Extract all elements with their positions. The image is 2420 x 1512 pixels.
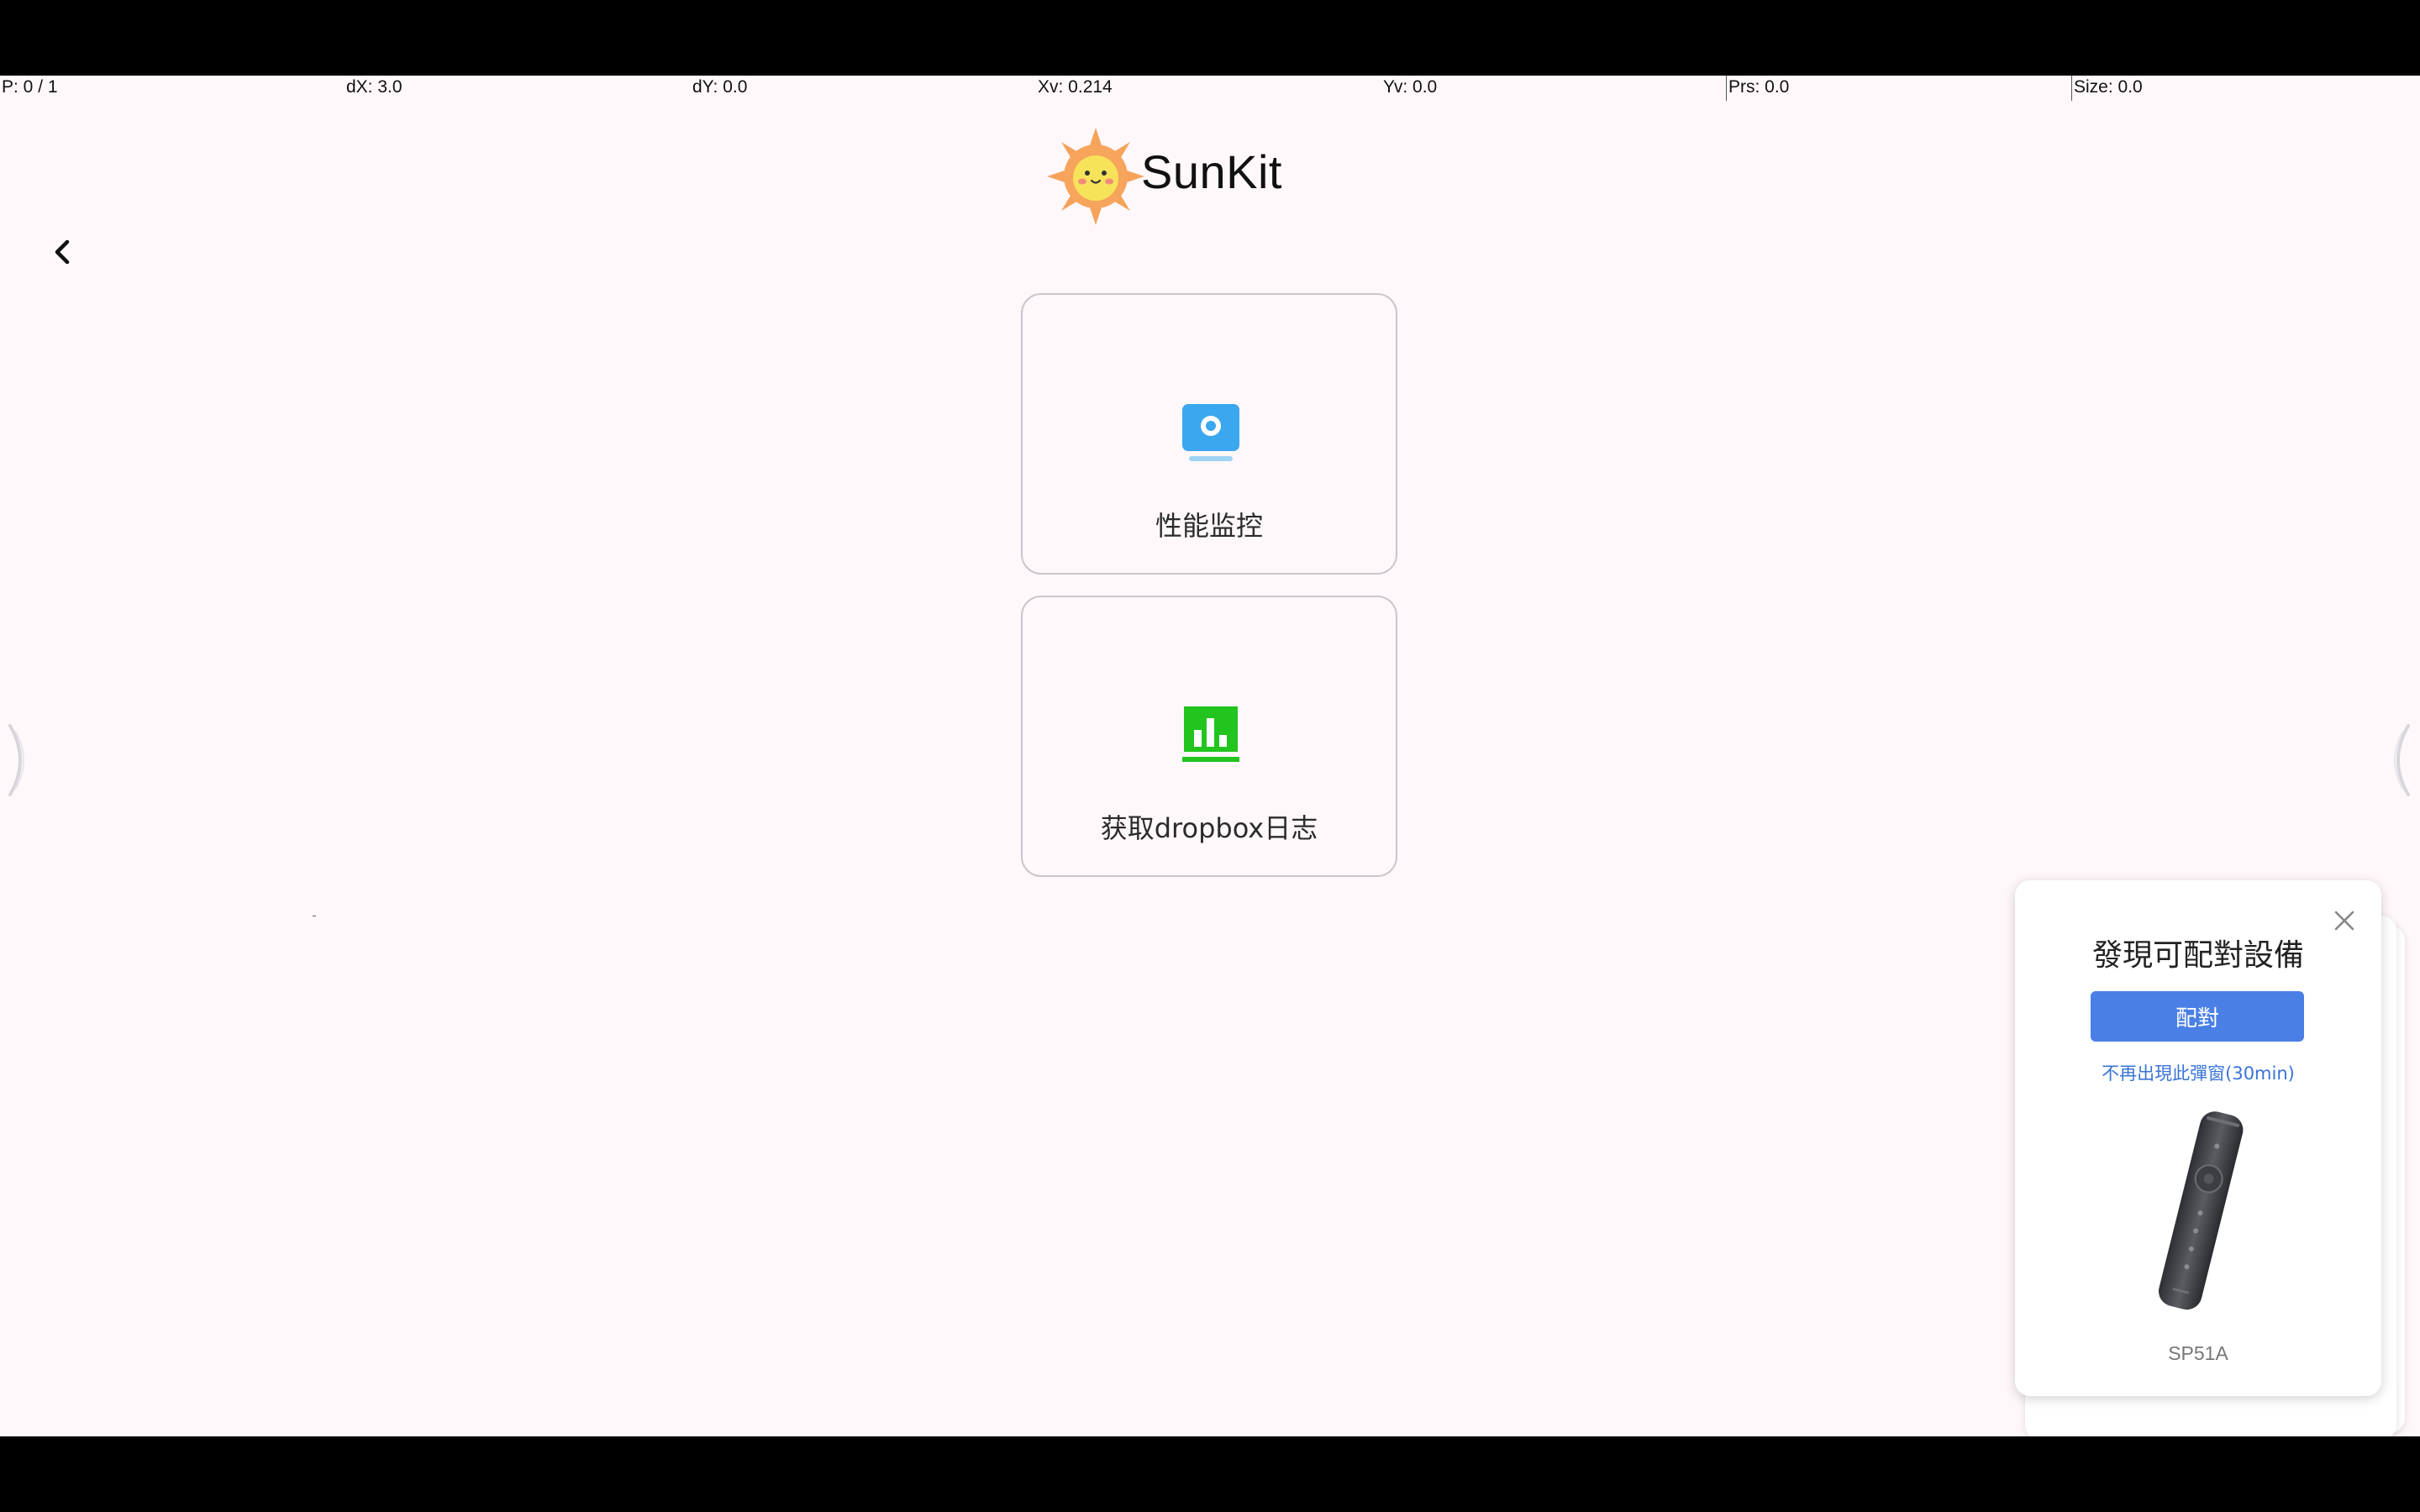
performance-monitor-card[interactable]: 性能监控 <box>1021 293 1397 575</box>
dropbox-log-card[interactable]: 获取dropbox日志 <box>1021 596 1397 877</box>
velocity-x-readout: Xv: 0.214 <box>1038 77 1113 97</box>
remote-control-icon <box>2159 1111 2244 1310</box>
device-name: SP51A <box>2168 1342 2228 1364</box>
bar-chart-icon <box>1182 706 1239 762</box>
card-label: 性能监控 <box>1155 510 1263 542</box>
delta-y-readout: dY: 0.0 <box>692 77 748 97</box>
dismiss-popup-link[interactable]: 不再出現此彈窗(30min) <box>2015 1060 2381 1085</box>
delta-x-readout: dX: 3.0 <box>346 77 402 97</box>
right-edge-gesture-handle[interactable] <box>2388 722 2413 798</box>
velocity-y-readout: Yv: 0.0 <box>1383 77 1438 97</box>
size-readout: Size: 0.0 <box>2071 76 2143 101</box>
pointer-debug-bar: P: 0 / 1 dX: 3.0 dY: 0.0 Xv: 0.214 Yv: 0… <box>0 76 2420 101</box>
popup-title: 發現可配對設備 <box>2091 938 2304 973</box>
card-label: 获取dropbox日志 <box>1100 812 1318 844</box>
pairing-popup: 發現可配對設備 配對 不再出現此彈窗(30min) SP51A <box>2015 880 2381 1396</box>
monitor-eye-icon <box>1182 404 1239 461</box>
left-edge-gesture-handle[interactable] <box>5 722 30 798</box>
pointer-count: P: 0 / 1 <box>2 77 58 97</box>
sun-mascot-icon <box>1047 128 1144 225</box>
app-name: SunKit <box>1141 145 1282 198</box>
pair-button[interactable]: 配對 <box>2091 991 2304 1042</box>
back-button[interactable] <box>44 227 81 277</box>
chevron-left-icon <box>55 239 70 265</box>
pressure-readout: Prs: 0.0 <box>1726 76 1789 101</box>
app-logo: SunKit <box>1045 126 1282 227</box>
app-screen: P: 0 / 1 dX: 3.0 dY: 0.0 Xv: 0.214 Yv: 0… <box>0 76 2420 1436</box>
